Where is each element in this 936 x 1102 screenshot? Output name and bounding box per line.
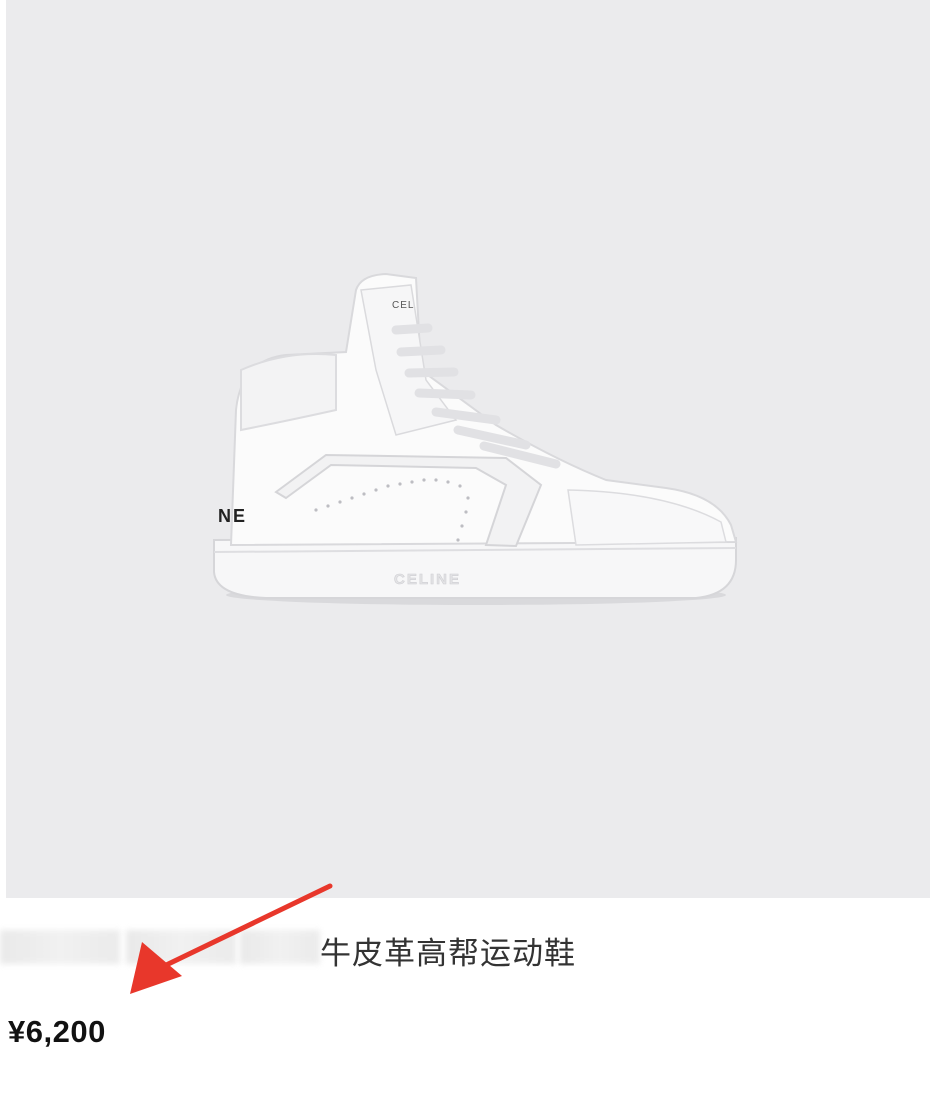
sneaker-image: NE CEL CELINE [213,272,738,605]
product-title[interactable]: 牛皮革高帮运动鞋 [320,928,576,973]
sole-logo-text: CELINE [394,571,461,588]
product-image-panel[interactable]: NE CEL CELINE [6,0,930,898]
svg-text:CEL: CEL [392,300,414,311]
annotation-arrow-icon [130,883,333,994]
svg-text:NE: NE [218,506,247,526]
blurred-title-segment [0,930,120,964]
product-price: ¥6,200 [8,1014,106,1049]
